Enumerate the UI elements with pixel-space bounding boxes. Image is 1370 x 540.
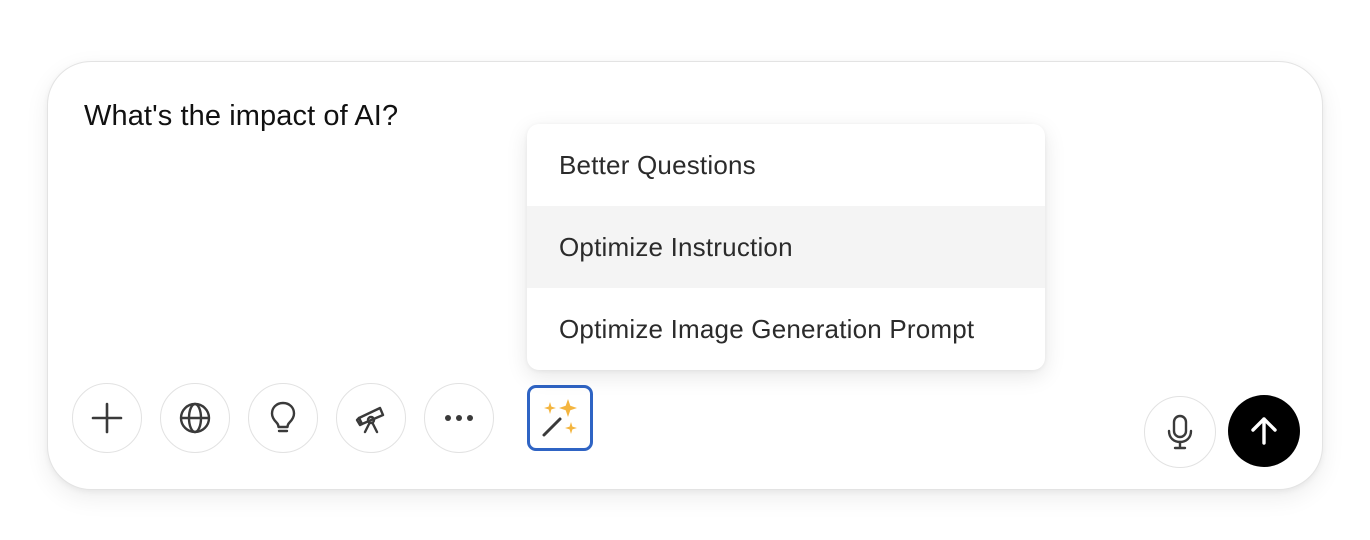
telescope-icon [355, 406, 385, 434]
prompt-optimize-menu: Better Questions Optimize Instruction Op… [527, 124, 1045, 370]
prompt-optimize-button[interactable] [527, 385, 593, 451]
web-search-button[interactable] [160, 383, 230, 453]
globe-icon [179, 402, 211, 434]
deep-research-button[interactable] [336, 383, 406, 453]
ellipsis-icon [445, 415, 473, 421]
plus-icon [91, 402, 123, 434]
arrow-up-icon [1251, 417, 1277, 445]
menu-item-optimize-image-prompt[interactable]: Optimize Image Generation Prompt [527, 288, 1045, 370]
send-button[interactable] [1228, 395, 1300, 467]
more-tools-button[interactable] [424, 383, 494, 453]
magic-wand-sparkles-icon [542, 399, 577, 437]
menu-item-optimize-instruction[interactable]: Optimize Instruction [527, 206, 1045, 288]
prompt-input-text[interactable]: What's the impact of AI? [84, 100, 398, 133]
lightbulb-icon [270, 401, 296, 433]
microphone-icon [1167, 414, 1193, 450]
menu-item-better-questions[interactable]: Better Questions [527, 124, 1045, 206]
voice-input-button[interactable] [1144, 396, 1216, 468]
reasoning-button[interactable] [248, 383, 318, 453]
add-button[interactable] [72, 383, 142, 453]
